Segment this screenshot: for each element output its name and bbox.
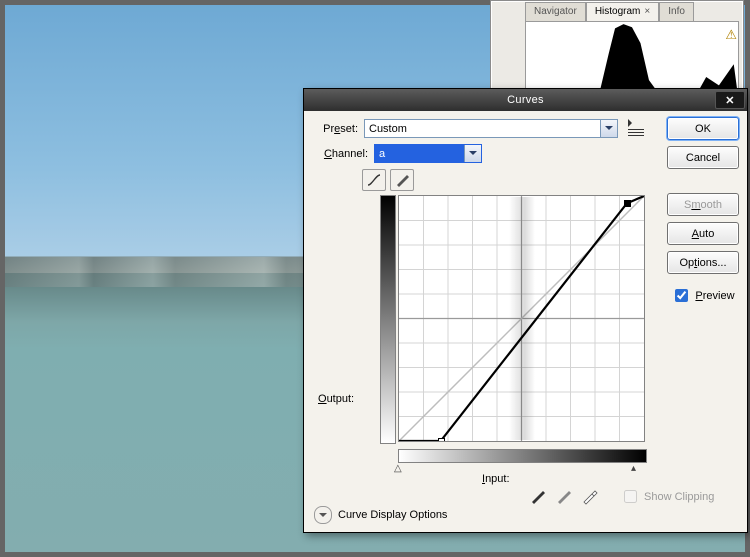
tab-label: Info: [668, 6, 685, 17]
show-clipping-input[interactable]: [624, 490, 637, 503]
tab-histogram[interactable]: Histogram×: [586, 2, 659, 21]
curve-background-histogram: [509, 197, 535, 440]
expand-display-options-button[interactable]: [314, 506, 332, 524]
close-button[interactable]: ✕: [715, 91, 745, 109]
ok-label: OK: [695, 123, 711, 135]
dialog-title: Curves: [507, 94, 544, 106]
input-gradient: [398, 449, 647, 463]
options-button[interactable]: Options...: [667, 251, 739, 274]
preset-menu-icon[interactable]: [628, 120, 644, 138]
preset-combo[interactable]: Custom: [364, 119, 618, 138]
output-label: Output:: [318, 393, 354, 405]
input-label: Input:: [482, 473, 510, 485]
curve-tool-button[interactable]: [362, 169, 386, 191]
smooth-button[interactable]: Smooth: [667, 193, 739, 216]
pencil-tool-button[interactable]: [390, 169, 414, 191]
curve-point-shadow[interactable]: [438, 438, 445, 442]
preview-checkbox[interactable]: Preview: [671, 286, 734, 305]
eyedropper-group: [529, 487, 599, 505]
histogram-body: [525, 21, 739, 97]
show-clipping-label: Show Clipping: [644, 491, 714, 503]
channel-label: Channel:: [314, 148, 374, 160]
preset-label: Preset:: [314, 123, 364, 135]
channel-combo[interactable]: a: [374, 144, 482, 163]
pencil-icon: [395, 173, 409, 187]
output-gradient: [380, 195, 396, 444]
preset-value: Custom: [369, 123, 407, 135]
tab-info[interactable]: Info: [659, 2, 694, 21]
smooth-label: Smooth: [684, 199, 722, 211]
preview-label: Preview: [695, 290, 734, 302]
warning-icon[interactable]: ⚠: [725, 27, 737, 43]
palettes-panel: Navigator Histogram× Info ⚠: [490, 0, 744, 102]
curve-icon: [366, 173, 382, 187]
white-point-slider[interactable]: ▴: [631, 463, 636, 474]
ok-button[interactable]: OK: [667, 117, 739, 140]
curve-point-highlight[interactable]: [624, 200, 631, 207]
curves-graph[interactable]: △ ▴: [398, 195, 645, 442]
show-clipping-checkbox[interactable]: Show Clipping: [620, 487, 714, 506]
curve-grid[interactable]: [398, 195, 645, 442]
chevron-down-icon[interactable]: [600, 120, 617, 137]
dialog-titlebar[interactable]: Curves ✕: [304, 89, 747, 111]
options-label: Options...: [679, 257, 726, 269]
close-tab-icon[interactable]: ×: [640, 6, 650, 17]
cancel-label: Cancel: [686, 152, 720, 164]
cancel-button[interactable]: Cancel: [667, 146, 739, 169]
auto-button[interactable]: Auto: [667, 222, 739, 245]
eyedropper-black-icon[interactable]: [529, 487, 547, 505]
curve-display-options-label: Curve Display Options: [338, 509, 447, 521]
preview-input[interactable]: [675, 289, 688, 302]
histogram-graph: [526, 22, 738, 96]
eyedropper-white-icon[interactable]: [581, 487, 599, 505]
tab-label: Histogram: [595, 6, 641, 17]
curves-dialog: Curves ✕ Preset: Custom Channel:: [303, 88, 748, 533]
chevron-down-icon[interactable]: [464, 145, 481, 162]
auto-label: Auto: [692, 228, 715, 240]
tab-navigator[interactable]: Navigator: [525, 2, 586, 21]
eyedropper-gray-icon[interactable]: [555, 487, 573, 505]
black-point-slider[interactable]: △: [394, 463, 402, 474]
channel-value: a: [379, 148, 385, 160]
tab-label: Navigator: [534, 6, 577, 17]
